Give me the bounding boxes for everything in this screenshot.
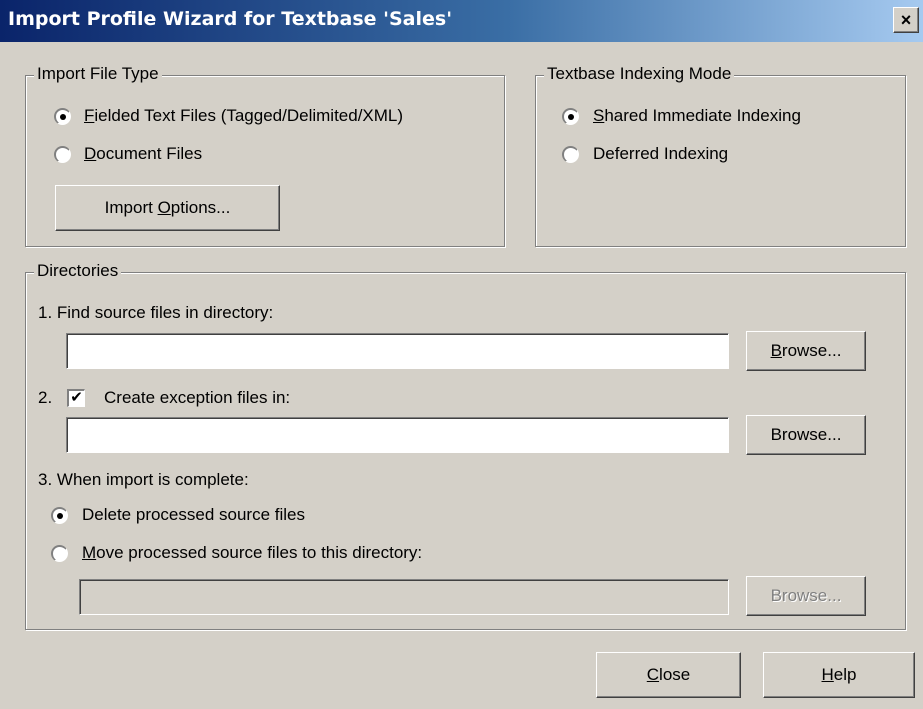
shared-immediate-indexing-text: hared Immediate Indexing (604, 106, 801, 125)
window-title: Import Profile Wizard for Textbase 'Sale… (8, 8, 453, 30)
shared-immediate-indexing-label[interactable]: Shared Immediate Indexing (593, 106, 801, 126)
close-icon: × (900, 9, 912, 30)
document-files-label[interactable]: Document Files (84, 144, 202, 164)
delete-processed-text: Delete processed source files (82, 505, 306, 524)
directories-legend: Directories (34, 261, 122, 281)
exception-prefix: 2. (38, 388, 53, 407)
move-browse-button[interactable]: Browse... (746, 576, 866, 616)
help-button-label: Help (821, 665, 857, 684)
close-button[interactable]: Close (596, 652, 741, 698)
source-directory-text: 1. Find source files in directory: (38, 303, 274, 322)
move-browse-text: Browse... (770, 586, 842, 605)
move-processed-text: ove processed source files to this direc… (96, 543, 423, 562)
radio-document-files[interactable] (54, 146, 71, 163)
close-button-text: lose (659, 665, 691, 684)
deferred-indexing-text: Deferred Indexing (593, 144, 729, 163)
source-browse-text: rowse... (781, 341, 842, 360)
move-processed-label[interactable]: Move processed source files to this dire… (82, 543, 422, 563)
source-browse-button[interactable]: Browse... (746, 331, 866, 371)
move-browse-label: Browse... (771, 586, 842, 606)
title-bar: Import Profile Wizard for Textbase 'Sale… (0, 0, 923, 42)
delete-processed-label[interactable]: Delete processed source files (82, 505, 305, 525)
radio-fielded-text-files[interactable] (54, 108, 71, 125)
radio-deferred-indexing[interactable] (562, 146, 579, 163)
help-button-text: elp (833, 665, 857, 684)
exception-browse-label: Browse... (771, 425, 842, 445)
radio-move-processed[interactable] (51, 545, 68, 562)
fielded-text-files-label[interactable]: Fielded Text Files (Tagged/Delimited/XML… (84, 106, 403, 126)
exception-browse-text: Browse... (770, 425, 842, 444)
source-directory-input[interactable] (66, 333, 729, 369)
help-button[interactable]: Help (763, 652, 915, 698)
import-options-text: ptions... (170, 198, 231, 217)
exception-files-checkbox[interactable]: ✔ (67, 389, 85, 407)
radio-delete-processed[interactable] (51, 507, 68, 524)
radio-shared-immediate-indexing[interactable] (562, 108, 579, 125)
import-file-type-legend: Import File Type (34, 64, 162, 84)
deferred-indexing-label[interactable]: Deferred Indexing (593, 144, 728, 164)
move-directory-input[interactable] (79, 579, 729, 615)
window-close-button[interactable]: × (893, 7, 919, 33)
exception-directory-input[interactable] (66, 417, 729, 453)
fielded-text-files-text: ielded Text Files (Tagged/Delimited/XML) (94, 106, 404, 125)
exception-files-text: Create exception files in: (104, 388, 291, 407)
import-options-label: Import Options... (104, 198, 231, 217)
source-browse-label: Browse... (770, 341, 842, 360)
checkmark-icon: ✔ (70, 389, 83, 406)
document-files-text: ocument Files (96, 144, 203, 163)
source-directory-label: 1. Find source files in directory: (38, 303, 273, 323)
indexing-mode-legend: Textbase Indexing Mode (544, 64, 735, 84)
exception-files-label[interactable]: Create exception files in: (104, 388, 290, 408)
close-button-label: Close (646, 665, 691, 684)
import-options-button[interactable]: Import Options... (55, 185, 280, 231)
exception-browse-button[interactable]: Browse... (746, 415, 866, 455)
when-complete-label: 3. When import is complete: (38, 470, 249, 489)
